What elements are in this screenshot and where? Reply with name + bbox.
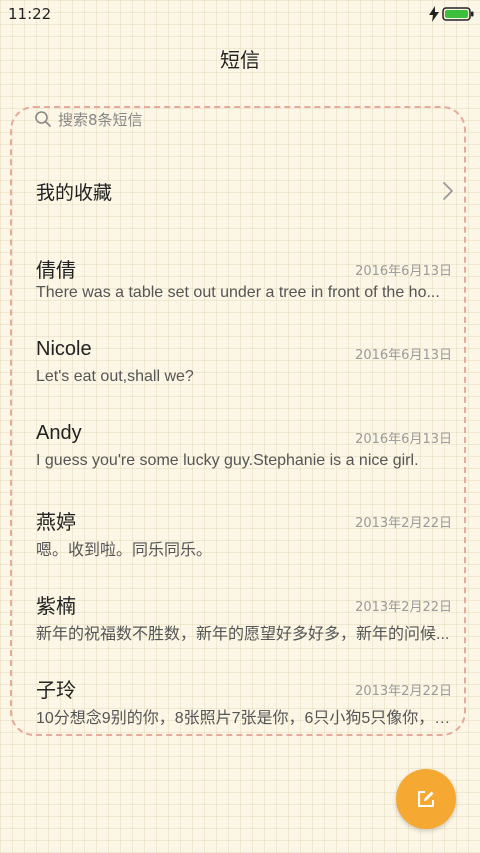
status-bar: 11:22: [0, 0, 480, 28]
conversation-item[interactable]: Andy 2016年6月13日 I guess you're some luck…: [20, 418, 460, 492]
conversation-date: 2016年6月13日: [355, 348, 452, 363]
conversation-item[interactable]: 倩倩 2016年6月13日 There was a table set out …: [20, 250, 460, 324]
conversation-item[interactable]: 燕婷 2013年2月22日 嗯。收到啦。同乐同乐。: [20, 502, 460, 576]
conversation-preview: 嗯。收到啦。同乐同乐。: [36, 542, 213, 559]
conversation-item[interactable]: Nicole 2016年6月13日 Let's eat out,shall we…: [20, 334, 460, 408]
conversation-name: 子玲: [36, 680, 76, 702]
conversation-name: 倩倩: [36, 260, 76, 282]
conversation-date: 2016年6月13日: [355, 432, 452, 447]
conversation-preview: Let's eat out,shall we?: [36, 368, 194, 385]
favorites-item[interactable]: 我的收藏: [20, 165, 460, 217]
conversation-name: Nicole: [36, 338, 92, 360]
conversation-preview: 新年的祝福数不胜数，新年的愿望好多好多，新年的问候...: [36, 626, 450, 643]
chevron-right-icon: [443, 182, 453, 200]
conversation-preview: I guess you're some lucky guy.Stephanie …: [36, 452, 419, 469]
page-title: 短信: [220, 48, 260, 72]
conversation-date: 2013年2月22日: [355, 516, 452, 531]
search-placeholder: 搜索8条短信: [58, 111, 143, 129]
conversation-item[interactable]: 子玲 2013年2月22日 10分想念9别的你，8张照片7张是你，6只小狗5只像…: [20, 670, 460, 744]
search-icon: [35, 111, 51, 127]
compose-icon: [418, 791, 434, 807]
conversation-name: Andy: [36, 422, 82, 444]
status-time: 11:22: [8, 5, 52, 23]
conversation-preview: There was a table set out under a tree i…: [36, 284, 440, 301]
battery-icon: [442, 7, 474, 21]
conversation-name: 燕婷: [36, 512, 76, 534]
conversation-date: 2013年2月22日: [355, 684, 452, 699]
conversation-date: 2016年6月13日: [355, 264, 452, 279]
bolt-icon: [429, 6, 439, 22]
conversation-name: 紫楠: [36, 596, 76, 618]
conversation-item[interactable]: 紫楠 2013年2月22日 新年的祝福数不胜数，新年的愿望好多好多，新年的问候.…: [20, 586, 460, 660]
search-input[interactable]: 搜索8条短信: [20, 104, 460, 134]
compose-button[interactable]: [396, 769, 456, 829]
conversation-date: 2013年2月22日: [355, 600, 452, 615]
favorites-label: 我的收藏: [36, 182, 113, 204]
conversation-preview: 10分想念9别的你，8张照片7张是你，6只小狗5只像你，4...: [36, 710, 452, 727]
